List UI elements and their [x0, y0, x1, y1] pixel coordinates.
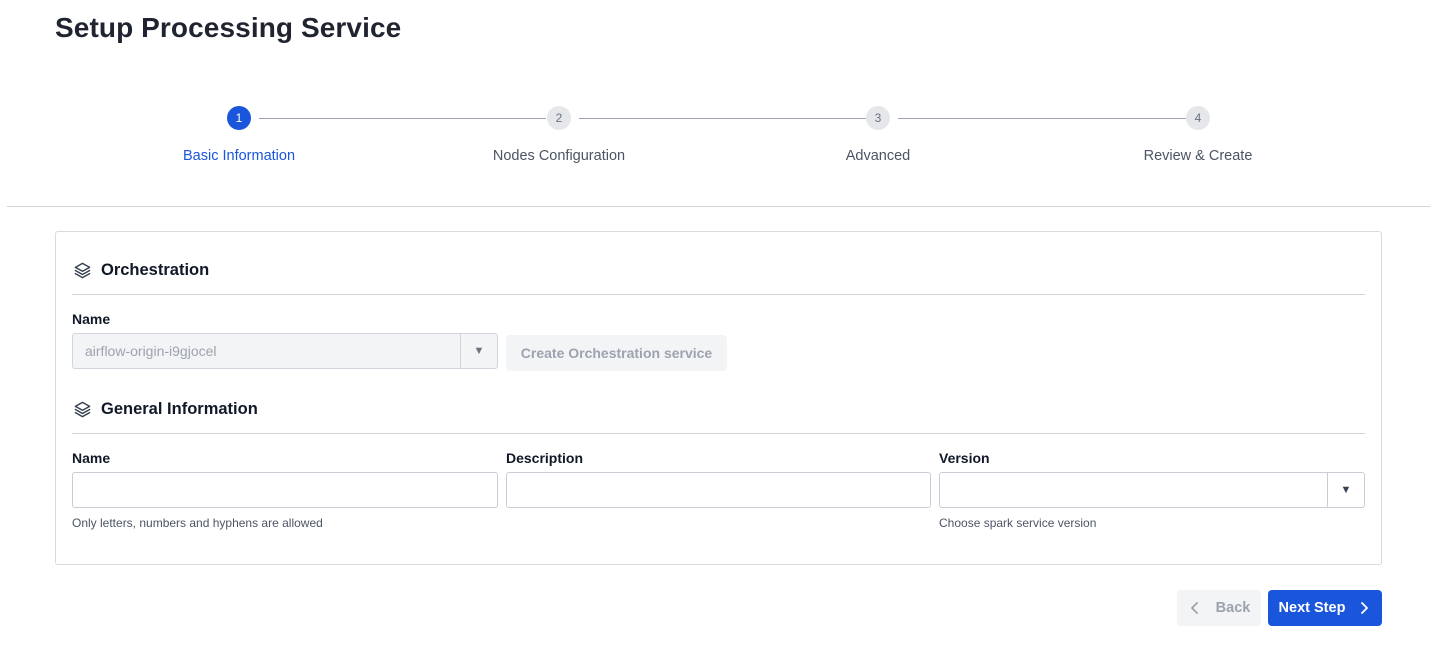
step-number: 3 — [866, 106, 890, 130]
step-review-create[interactable]: 4 Review & Create — [1078, 106, 1318, 164]
chevron-right-icon — [1357, 601, 1371, 615]
section-title: Orchestration — [101, 260, 210, 279]
section-divider — [72, 294, 1365, 295]
chevron-left-icon — [1188, 601, 1202, 615]
name-hint: Only letters, numbers and hyphens are al… — [72, 516, 323, 530]
step-label: Nodes Configuration — [492, 148, 626, 164]
version-label: Version — [939, 450, 990, 466]
chevron-down-icon[interactable]: ▼ — [1327, 473, 1364, 507]
step-label: Basic Information — [182, 148, 296, 164]
chevron-down-icon[interactable]: ▼ — [460, 334, 497, 368]
description-input[interactable] — [506, 472, 931, 508]
section-title: General Information — [101, 399, 258, 418]
description-label: Description — [506, 450, 584, 466]
version-hint: Choose spark service version — [939, 516, 1097, 530]
orchestration-section-header: Orchestration — [72, 260, 209, 280]
orchestration-name-select[interactable]: airflow-origin-i9gjocel ▼ — [72, 333, 498, 369]
step-label: Review & Create — [1143, 148, 1253, 164]
step-advanced[interactable]: 3 Advanced — [758, 106, 998, 164]
next-step-button-label: Next Step — [1278, 600, 1346, 616]
layers-icon — [72, 260, 92, 280]
back-button-label: Back — [1215, 600, 1251, 616]
step-label: Advanced — [845, 148, 911, 164]
name-label: Name — [72, 450, 111, 466]
header-divider — [7, 206, 1430, 207]
back-button[interactable]: Back — [1177, 590, 1261, 626]
layers-icon — [72, 399, 92, 419]
name-input[interactable] — [72, 472, 498, 508]
step-nodes-configuration[interactable]: 2 Nodes Configuration — [439, 106, 679, 164]
step-number: 1 — [227, 106, 251, 130]
step-number: 2 — [547, 106, 571, 130]
step-basic-information[interactable]: 1 Basic Information — [119, 106, 359, 164]
create-orchestration-button[interactable]: Create Orchestration service — [506, 335, 727, 371]
stepper: 1 Basic Information 2 Nodes Configuratio… — [0, 0, 1437, 200]
orchestration-name-label: Name — [72, 311, 111, 327]
section-divider — [72, 433, 1365, 434]
orchestration-name-value: airflow-origin-i9gjocel — [85, 343, 217, 359]
version-select[interactable]: ▼ — [939, 472, 1365, 508]
form-card: Orchestration Name airflow-origin-i9gjoc… — [55, 231, 1382, 565]
general-section-header: General Information — [72, 399, 258, 419]
step-number: 4 — [1186, 106, 1210, 130]
next-step-button[interactable]: Next Step — [1268, 590, 1382, 626]
